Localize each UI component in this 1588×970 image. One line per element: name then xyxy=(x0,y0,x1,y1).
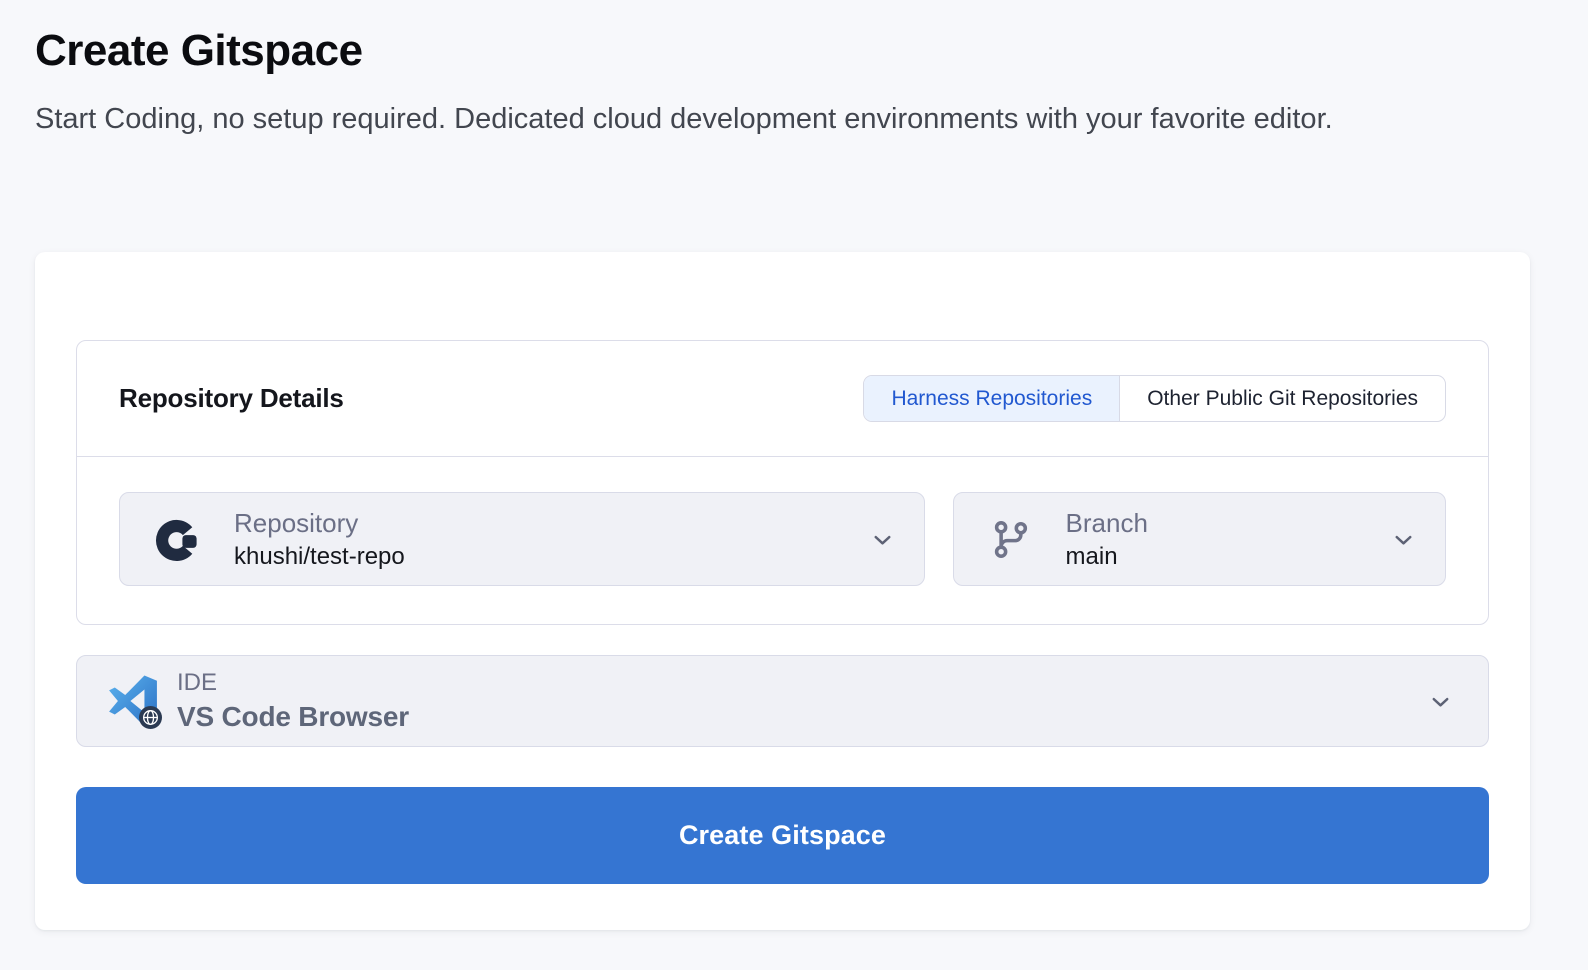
chevron-down-icon xyxy=(871,528,894,551)
vscode-browser-icon xyxy=(107,675,159,727)
create-gitspace-button[interactable]: Create Gitspace xyxy=(76,787,1489,884)
repository-details-header: Repository Details Harness Repositories … xyxy=(77,341,1488,457)
repository-field-text: Repository khushi/test-repo xyxy=(234,508,871,571)
git-branch-icon xyxy=(988,516,1033,563)
ide-value: VS Code Browser xyxy=(177,701,1429,733)
repository-label: Repository xyxy=(234,508,871,539)
create-gitspace-page: Create Gitspace Start Coding, no setup r… xyxy=(0,0,1588,970)
ide-select[interactable]: IDE VS Code Browser xyxy=(76,655,1489,747)
section-heading: Repository Details xyxy=(119,383,344,414)
harness-repo-icon xyxy=(154,516,201,563)
gitspace-card: Repository Details Harness Repositories … xyxy=(35,252,1530,930)
branch-label: Branch xyxy=(1066,508,1392,539)
page-title: Create Gitspace xyxy=(35,26,1588,76)
branch-select[interactable]: Branch main xyxy=(953,492,1446,586)
tab-label: Other Public Git Repositories xyxy=(1147,387,1418,411)
branch-field-text: Branch main xyxy=(1066,508,1392,571)
repository-value: khushi/test-repo xyxy=(234,543,871,571)
tab-label: Harness Repositories xyxy=(891,387,1092,411)
globe-icon xyxy=(139,706,162,729)
repository-select[interactable]: Repository khushi/test-repo xyxy=(119,492,925,586)
tab-other-public-git-repositories[interactable]: Other Public Git Repositories xyxy=(1119,376,1445,421)
ide-label: IDE xyxy=(177,669,1429,697)
chevron-down-icon xyxy=(1429,690,1452,713)
branch-value: main xyxy=(1066,543,1392,571)
chevron-down-icon xyxy=(1392,528,1415,551)
page-subtitle: Start Coding, no setup required. Dedicat… xyxy=(35,96,1455,142)
ide-field-text: IDE VS Code Browser xyxy=(177,669,1429,733)
tab-harness-repositories[interactable]: Harness Repositories xyxy=(864,376,1119,421)
repository-details-body: Repository khushi/test-repo xyxy=(77,457,1488,624)
repo-source-tabs: Harness Repositories Other Public Git Re… xyxy=(863,375,1446,422)
repository-details-section: Repository Details Harness Repositories … xyxy=(76,340,1489,625)
